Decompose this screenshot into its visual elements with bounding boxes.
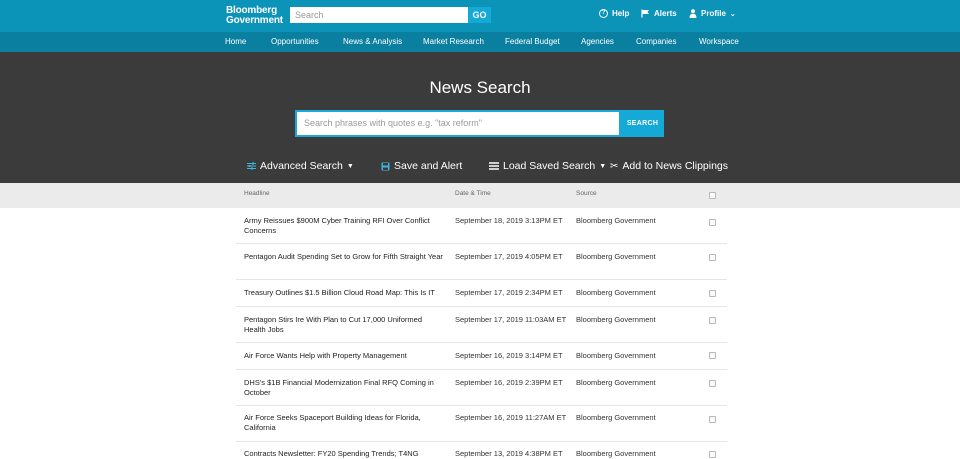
alerts-label: Alerts <box>654 9 677 18</box>
table-row: Army Reissues $900M Cyber Training RFI O… <box>236 208 727 244</box>
save-and-alert-button[interactable]: Save and Alert <box>381 160 462 172</box>
nav-companies[interactable]: Companies <box>636 37 676 46</box>
row-date: September 16, 2019 11:27AM ET <box>455 413 567 422</box>
nav-workspace[interactable]: Workspace <box>699 37 739 46</box>
row-checkbox[interactable] <box>709 317 716 324</box>
row-checkbox[interactable] <box>709 254 716 261</box>
news-search-hero: News Search Search phrases with quotes e… <box>0 52 960 183</box>
column-header-source[interactable]: Source <box>576 190 597 197</box>
user-icon <box>689 9 697 18</box>
load-saved-search-dropdown[interactable]: Load Saved Search ▼ <box>489 160 606 172</box>
row-source: Bloomberg Government <box>576 413 656 422</box>
help-icon: ? <box>599 9 608 18</box>
news-search-input[interactable]: Search phrases with quotes e.g. "tax ref… <box>295 110 621 137</box>
row-source: Bloomberg Government <box>576 315 656 324</box>
caret-down-icon: ▼ <box>599 162 607 170</box>
column-header-date[interactable]: Date & Time <box>455 190 491 197</box>
floppy-disk-icon <box>381 162 390 170</box>
row-headline-link[interactable]: Contracts Newsletter: FY20 Spending Tren… <box>244 449 474 459</box>
sliders-icon <box>247 162 256 170</box>
row-date: September 17, 2019 11:03AM ET <box>455 315 567 324</box>
row-date: September 17, 2019 4:05PM ET <box>455 252 563 261</box>
top-bar: Bloomberg Government Search GO ? Help Al… <box>0 0 960 32</box>
chevron-down-icon: ⌄ <box>729 10 736 18</box>
row-headline-link[interactable]: Pentagon Audit Spending Set to Grow for … <box>244 252 444 262</box>
add-to-clippings-label: Add to News Clippings <box>622 160 729 172</box>
go-button[interactable]: GO <box>468 7 491 23</box>
help-link[interactable]: ? Help <box>599 9 629 18</box>
row-source: Bloomberg Government <box>576 449 656 458</box>
row-checkbox[interactable] <box>709 451 716 458</box>
table-row: Air Force Seeks Spaceport Building Ideas… <box>236 406 727 442</box>
page-title: News Search <box>429 78 531 97</box>
select-all-checkbox[interactable] <box>709 192 716 199</box>
load-saved-search-label: Load Saved Search <box>503 160 596 172</box>
results-table-header: Headline Date & Time Source <box>0 183 960 208</box>
add-to-news-clippings-button[interactable]: ✂ Add to News Clippings <box>610 160 728 172</box>
table-row: DHS's $1B Financial Modernization Final … <box>236 370 727 406</box>
global-search-input[interactable]: Search <box>290 7 468 23</box>
help-label: Help <box>612 9 630 18</box>
logo-line-2: Government <box>226 15 283 26</box>
row-source: Bloomberg Government <box>576 378 656 387</box>
row-checkbox[interactable] <box>709 290 716 297</box>
column-header-headline[interactable]: Headline <box>244 190 270 197</box>
scissors-icon: ✂ <box>610 160 619 172</box>
save-and-alert-label: Save and Alert <box>394 160 463 172</box>
row-source: Bloomberg Government <box>576 288 656 297</box>
row-date: September 17, 2019 2:34PM ET <box>455 288 563 297</box>
row-date: September 16, 2019 2:39PM ET <box>455 378 563 387</box>
nav-market-research[interactable]: Market Research <box>423 37 484 46</box>
table-row: Pentagon Stirs Ire With Plan to Cut 17,0… <box>236 307 727 343</box>
table-row: Air Force Wants Help with Property Manag… <box>236 343 727 370</box>
flag-icon <box>641 9 649 18</box>
row-headline-link[interactable]: DHS's $1B Financial Modernization Final … <box>244 378 444 398</box>
nav-agencies[interactable]: Agencies <box>581 37 614 46</box>
main-nav: Home Opportunities News & Analysis Marke… <box>0 32 960 52</box>
nav-home[interactable]: Home <box>225 37 246 46</box>
caret-down-icon: ▼ <box>346 162 354 170</box>
row-checkbox[interactable] <box>709 416 716 423</box>
row-date: September 18, 2019 3:13PM ET <box>455 216 563 225</box>
row-headline-link[interactable]: Air Force Wants Help with Property Manag… <box>244 351 444 361</box>
profile-label: Profile <box>701 9 726 18</box>
bloomberg-government-logo[interactable]: Bloomberg Government <box>226 6 283 26</box>
row-date: September 13, 2019 4:38PM ET <box>455 449 563 458</box>
row-headline-link[interactable]: Army Reissues $900M Cyber Training RFI O… <box>244 216 444 236</box>
advanced-search-label: Advanced Search <box>260 160 343 172</box>
table-row: Pentagon Audit Spending Set to Grow for … <box>236 244 727 280</box>
list-icon <box>489 162 499 170</box>
row-headline-link[interactable]: Treasury Outlines $1.5 Billion Cloud Roa… <box>244 288 444 298</box>
profile-menu[interactable]: Profile ⌄ <box>689 9 736 18</box>
row-checkbox[interactable] <box>709 219 716 226</box>
row-source: Bloomberg Government <box>576 351 656 360</box>
advanced-search-toggle[interactable]: Advanced Search ▼ <box>247 160 354 172</box>
table-row: Treasury Outlines $1.5 Billion Cloud Roa… <box>236 280 727 307</box>
table-row: Contracts Newsletter: FY20 Spending Tren… <box>236 442 727 459</box>
nav-opportunities[interactable]: Opportunities <box>271 37 319 46</box>
row-headline-link[interactable]: Air Force Seeks Spaceport Building Ideas… <box>244 413 444 433</box>
nav-federal-budget[interactable]: Federal Budget <box>505 37 560 46</box>
row-source: Bloomberg Government <box>576 216 656 225</box>
row-checkbox[interactable] <box>709 380 716 387</box>
row-checkbox[interactable] <box>709 352 716 359</box>
row-source: Bloomberg Government <box>576 252 656 261</box>
search-button[interactable]: SEARCH <box>621 110 664 137</box>
row-headline-link[interactable]: Pentagon Stirs Ire With Plan to Cut 17,0… <box>244 315 444 335</box>
nav-news-analysis[interactable]: News & Analysis <box>343 37 402 46</box>
row-date: September 16, 2019 3:14PM ET <box>455 351 563 360</box>
alerts-link[interactable]: Alerts <box>641 9 677 18</box>
